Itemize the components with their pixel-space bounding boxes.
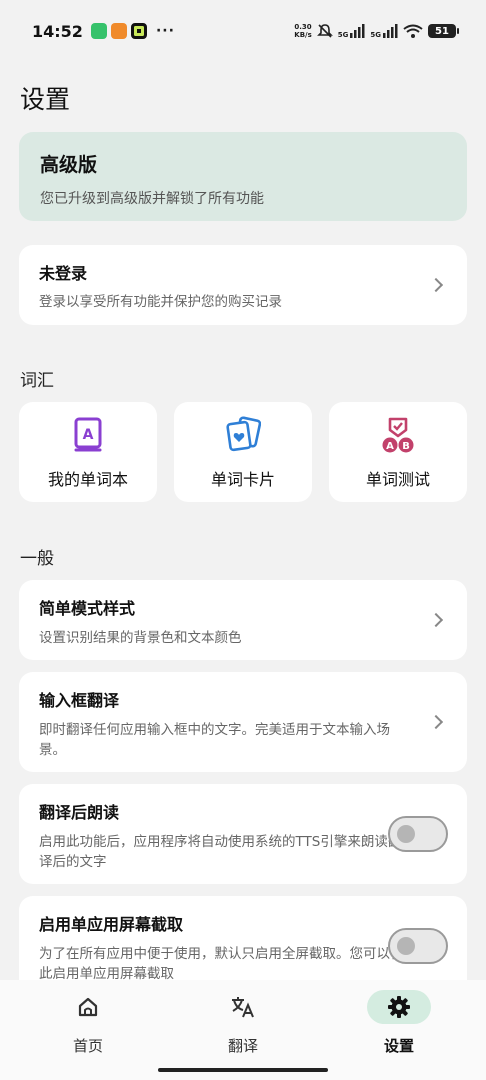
read-after-translate-row: 翻译后朗读 启用此功能后，应用程序将自动使用系统的TTS引擎来朗读翻译后的文字 <box>19 784 467 884</box>
quiz-icon: A B <box>382 417 414 453</box>
premium-subtitle: 您已升级到高级版并解锁了所有功能 <box>40 191 264 207</box>
chevron-right-icon <box>428 714 444 730</box>
input-box-translate-row[interactable]: 输入框翻译 即时翻译任何应用输入框中的文字。完美适用于文本输入场景。 <box>19 672 467 772</box>
row-subtitle: 为了在所有应用中便于使用，默认只启用全屏截取。您可以在此启用单应用屏幕截取 <box>39 946 404 982</box>
vocab-notebook-button[interactable]: A 我的单词本 <box>19 402 157 502</box>
premium-title: 高级版 <box>40 154 98 176</box>
row-subtitle: 设置识别结果的背景色和文本颜色 <box>39 630 242 646</box>
network-speed-value: 0.30 <box>294 23 312 31</box>
notification-app-icon <box>90 23 107 39</box>
row-title: 翻译后朗读 <box>39 803 120 822</box>
more-notifications-icon: ··· <box>155 23 175 39</box>
row-title: 启用单应用屏幕截取 <box>39 915 184 934</box>
row-title: 简单模式样式 <box>39 599 136 618</box>
premium-card: 高级版 您已升级到高级版并解锁了所有功能 <box>19 132 467 221</box>
flashcard-icon <box>226 416 261 452</box>
page-title: 设置 <box>20 85 71 114</box>
toggle-knob <box>397 825 415 843</box>
status-bar: 14:52 ··· 0.30 KB/s 5G 5G 51 <box>0 0 486 62</box>
vocab-flashcard-label: 单词卡片 <box>210 470 275 489</box>
vocab-notebook-label: 我的单词本 <box>47 470 128 489</box>
gear-icon <box>388 996 410 1018</box>
account-subtitle: 登录以享受所有功能并保护您的购买记录 <box>39 294 282 310</box>
nav-translate[interactable]: 翻译 <box>211 990 275 1060</box>
svg-text:A: A <box>83 427 94 443</box>
home-indicator[interactable] <box>158 1068 328 1072</box>
nav-settings[interactable]: 设置 <box>367 990 431 1060</box>
row-title: 输入框翻译 <box>39 691 120 710</box>
translate-icon <box>232 997 254 1018</box>
read-after-translate-toggle[interactable] <box>388 816 448 852</box>
network-type: 5G <box>370 31 381 39</box>
row-subtitle: 启用此功能后，应用程序将自动使用系统的TTS引擎来朗读翻译后的文字 <box>39 834 402 870</box>
vocab-flashcard-button[interactable]: 单词卡片 <box>174 402 312 502</box>
battery-icon: 51 <box>428 24 459 38</box>
notification-app-icon <box>130 23 147 39</box>
network-speed-unit: KB/s <box>294 31 312 39</box>
signal-icon <box>350 24 365 38</box>
wifi-icon <box>403 24 423 38</box>
notification-app-icon <box>110 23 127 39</box>
nav-settings-label: 设置 <box>383 1037 414 1055</box>
network-speed: 0.30 KB/s <box>294 23 311 39</box>
section-label-vocab: 词汇 <box>20 371 54 391</box>
vocab-quiz-button[interactable]: A B 单词测试 <box>329 402 467 502</box>
home-icon <box>78 997 98 1017</box>
account-login-row[interactable]: 未登录 登录以享受所有功能并保护您的购买记录 <box>19 245 467 325</box>
row-subtitle: 即时翻译任何应用输入框中的文字。完美适用于文本输入场景。 <box>39 722 390 758</box>
simple-mode-style-row[interactable]: 简单模式样式 设置识别结果的背景色和文本颜色 <box>19 580 467 660</box>
section-label-general: 一般 <box>20 549 54 569</box>
vocab-quiz-label: 单词测试 <box>365 470 430 489</box>
notification-icons: ··· <box>90 23 175 39</box>
nav-translate-label: 翻译 <box>227 1037 258 1055</box>
single-app-capture-toggle[interactable] <box>388 928 448 964</box>
svg-text:B: B <box>402 441 410 452</box>
bottom-navigation: 首页 翻译 设置 <box>0 980 486 1080</box>
signal-icon <box>383 24 398 38</box>
toggle-knob <box>397 937 415 955</box>
account-title: 未登录 <box>39 264 88 283</box>
notebook-icon: A <box>74 417 102 452</box>
mute-icon <box>316 24 333 38</box>
nav-home-label: 首页 <box>72 1037 103 1055</box>
network-type: 5G <box>337 31 349 39</box>
nav-home[interactable]: 首页 <box>56 990 120 1060</box>
clock: 14:52 <box>32 21 83 41</box>
svg-text:A: A <box>386 441 394 452</box>
